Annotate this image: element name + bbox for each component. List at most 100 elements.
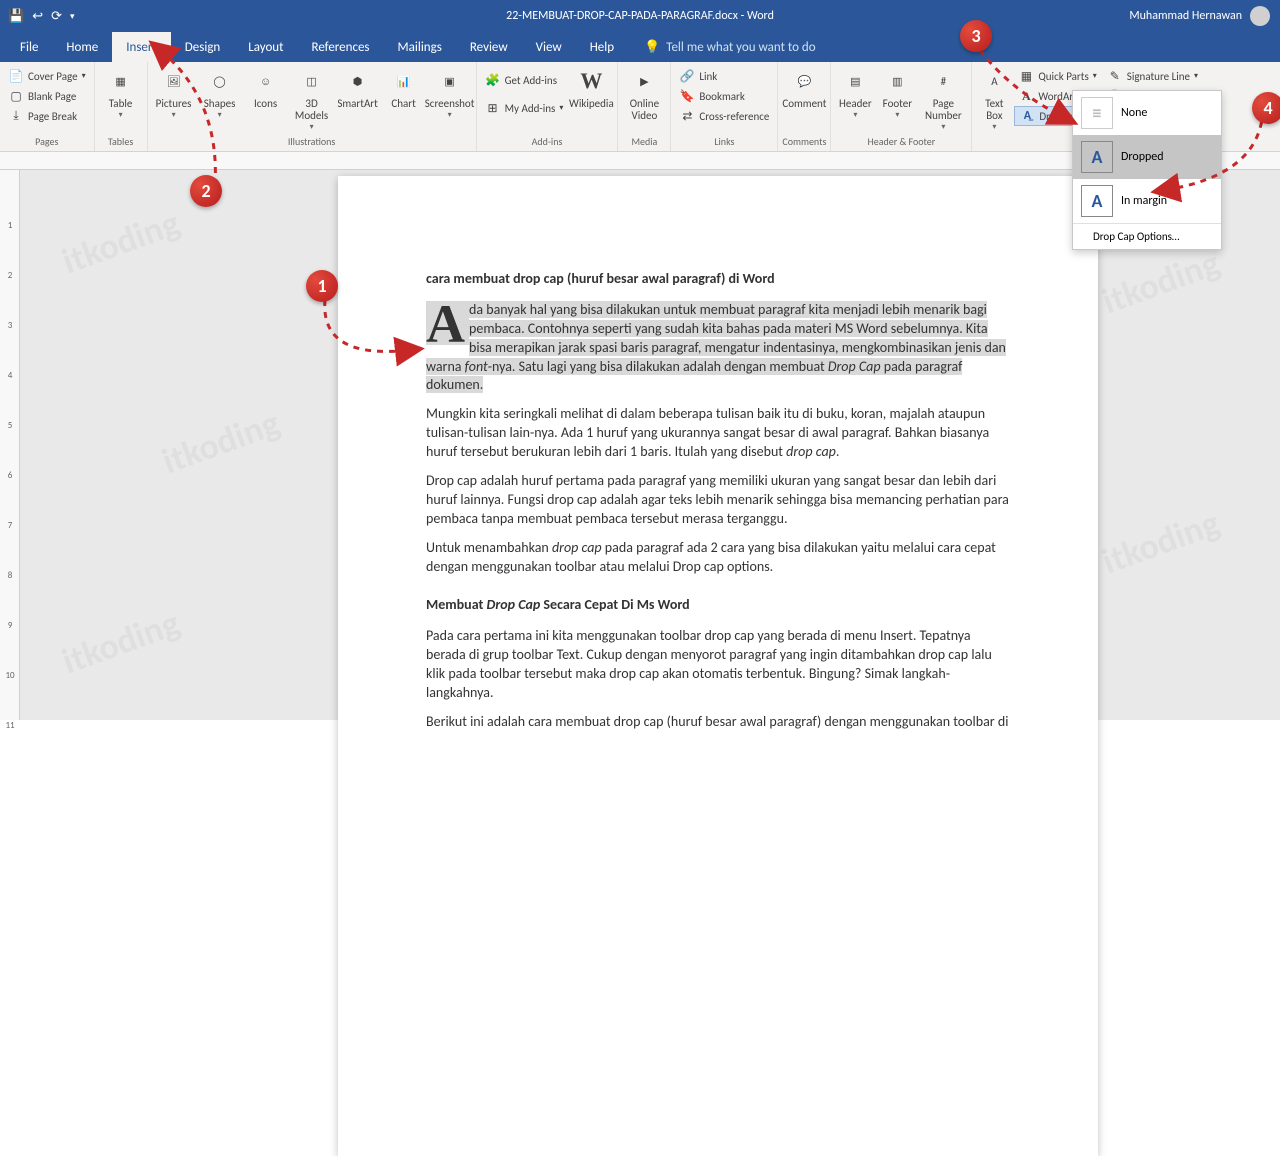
save-icon[interactable]: 💾 (8, 9, 24, 24)
tab-mailings[interactable]: Mailings (384, 32, 456, 62)
annotation-badge-2: 2 (190, 175, 222, 207)
drop-cap-letter: A (426, 301, 469, 345)
paragraph-3: Drop cap adalah huruf pertama pada parag… (426, 472, 1010, 529)
table-icon: ▦ (106, 66, 136, 96)
paragraph-5: Pada cara pertama ini kita menggunakan t… (426, 627, 1010, 703)
tell-me-search[interactable]: 💡 Tell me what you want to do (636, 40, 824, 55)
page-icon: 📄 (8, 68, 24, 84)
shapes-icon: ◯ (205, 66, 235, 96)
group-header-footer-label: Header & Footer (835, 135, 967, 149)
pictures-icon: 🖼 (159, 66, 189, 96)
vertical-ruler[interactable]: 123 456 789 1011 (0, 170, 20, 720)
group-illustrations-label: Illustrations (152, 135, 472, 149)
tab-references[interactable]: References (298, 32, 384, 62)
comment-icon: 💬 (789, 66, 819, 96)
annotation-badge-3: 3 (960, 20, 992, 52)
video-icon: ▶ (629, 66, 659, 96)
signature-line-button[interactable]: ✎Signature Line▾ (1103, 66, 1202, 86)
chart-button[interactable]: 📊Chart (382, 64, 426, 110)
wikipedia-icon: W (576, 66, 606, 96)
quickparts-icon: ▦ (1018, 68, 1034, 84)
footer-button[interactable]: ▥Footer▾ (877, 64, 917, 120)
dropcap-dropped[interactable]: A Dropped (1073, 135, 1221, 179)
dropcap-dropped-icon: A (1081, 141, 1113, 173)
wikipedia-button[interactable]: WWikipedia (569, 64, 613, 110)
dropcap-inmargin[interactable]: A In margin (1073, 179, 1221, 223)
blank-page-button[interactable]: ▢Blank Page (4, 86, 90, 106)
qat-dropdown[interactable]: ▾ (70, 11, 75, 22)
group-links-label: Links (675, 135, 773, 149)
page[interactable]: cara membuat drop cap (huruf besar awal … (338, 176, 1098, 1156)
smartart-button[interactable]: ⬢SmartArt (336, 64, 380, 110)
drop-cap-menu: ≡ None A Dropped A In margin Drop Cap Op… (1072, 90, 1222, 250)
quick-parts-button[interactable]: ▦Quick Parts▾ (1014, 66, 1100, 86)
undo-icon[interactable]: ↩ (32, 9, 43, 24)
online-video-button[interactable]: ▶Online Video (622, 64, 666, 122)
group-tables-label: Tables (99, 135, 143, 149)
dropcap-none-icon: ≡ (1081, 97, 1113, 129)
textbox-icon: A (979, 66, 1009, 96)
tab-review[interactable]: Review (456, 32, 522, 62)
tab-insert[interactable]: Insert (112, 32, 171, 62)
group-addins-label: Add-ins (481, 135, 614, 149)
group-comments-label: Comments (782, 135, 826, 149)
document-title: 22-MEMBUAT-DROP-CAP-PADA-PARAGRAF.docx -… (506, 9, 774, 23)
tab-view[interactable]: View (522, 32, 576, 62)
page-break-button[interactable]: ⤓Page Break (4, 106, 90, 126)
paragraph-1: A da banyak hal yang bisa dilakukan untu… (426, 301, 1010, 395)
tab-file[interactable]: File (6, 32, 52, 62)
annotation-badge-4: 4 (1252, 92, 1280, 124)
cube-icon: ◫ (297, 66, 327, 96)
my-addins-button[interactable]: ⊞My Add-ins▾ (481, 98, 568, 118)
tab-layout[interactable]: Layout (234, 32, 297, 62)
footer-icon: ▥ (882, 66, 912, 96)
chart-icon: 📊 (389, 66, 419, 96)
title-bar: 💾 ↩ ⟳ ▾ 22-MEMBUAT-DROP-CAP-PADA-PARAGRA… (0, 0, 1280, 32)
wordart-icon: A (1018, 88, 1034, 104)
cover-page-button[interactable]: 📄Cover Page▾ (4, 66, 90, 86)
doc-heading: cara membuat drop cap (huruf besar awal … (426, 270, 1010, 289)
comment-button[interactable]: 💬Comment (782, 64, 826, 110)
icons-button[interactable]: ☺Icons (244, 64, 288, 110)
dropcap-icon: A̲ (1019, 108, 1035, 124)
blank-page-icon: ▢ (8, 88, 24, 104)
smartart-icon: ⬢ (343, 66, 373, 96)
text-box-button[interactable]: AText Box▾ (976, 64, 1012, 132)
header-button[interactable]: ▤Header▾ (835, 64, 875, 120)
ribbon-tabs: File Home Insert Design Layout Reference… (0, 32, 1280, 62)
paragraph-6: Berikut ini adalah cara membuat drop cap… (426, 713, 1010, 732)
table-button[interactable]: ▦Table▾ (99, 64, 143, 120)
page-number-button[interactable]: #Page Number▾ (919, 64, 967, 132)
paragraph-2: Mungkin kita seringkali melihat di dalam… (426, 405, 1010, 462)
dropcap-options[interactable]: Drop Cap Options… (1073, 223, 1221, 249)
cross-reference-button[interactable]: ⇄Cross-reference (675, 106, 773, 126)
link-icon: 🔗 (679, 68, 695, 84)
icons-icon: ☺ (251, 66, 281, 96)
bookmark-button[interactable]: 🔖Bookmark (675, 86, 773, 106)
redo-icon[interactable]: ⟳ (51, 9, 62, 24)
dropcap-inmargin-icon: A (1081, 185, 1113, 217)
user-avatar[interactable] (1250, 6, 1270, 26)
screenshot-button[interactable]: ▣Screenshot▾ (428, 64, 472, 120)
crossref-icon: ⇄ (679, 108, 695, 124)
get-addins-button[interactable]: 🧩Get Add-ins (481, 70, 568, 90)
bulb-icon: 💡 (644, 40, 660, 55)
group-pages-label: Pages (4, 135, 90, 149)
signature-icon: ✎ (1107, 68, 1123, 84)
annotation-badge-1: 1 (306, 270, 338, 302)
store-icon: 🧩 (485, 72, 501, 88)
3d-models-button[interactable]: ◫3D Models▾ (290, 64, 334, 132)
tab-design[interactable]: Design (171, 32, 234, 62)
page-break-icon: ⤓ (8, 108, 24, 124)
header-icon: ▤ (840, 66, 870, 96)
user-name: Muhammad Hernawan (1129, 9, 1242, 23)
shapes-button[interactable]: ◯Shapes▾ (198, 64, 242, 120)
tab-help[interactable]: Help (576, 32, 628, 62)
bookmark-icon: 🔖 (679, 88, 695, 104)
pictures-button[interactable]: 🖼Pictures▾ (152, 64, 196, 120)
tab-home[interactable]: Home (52, 32, 112, 62)
group-media-label: Media (622, 135, 666, 149)
link-button[interactable]: 🔗Link (675, 66, 773, 86)
dropcap-none[interactable]: ≡ None (1073, 91, 1221, 135)
paragraph-4: Untuk menambahkan drop cap pada paragraf… (426, 539, 1010, 577)
